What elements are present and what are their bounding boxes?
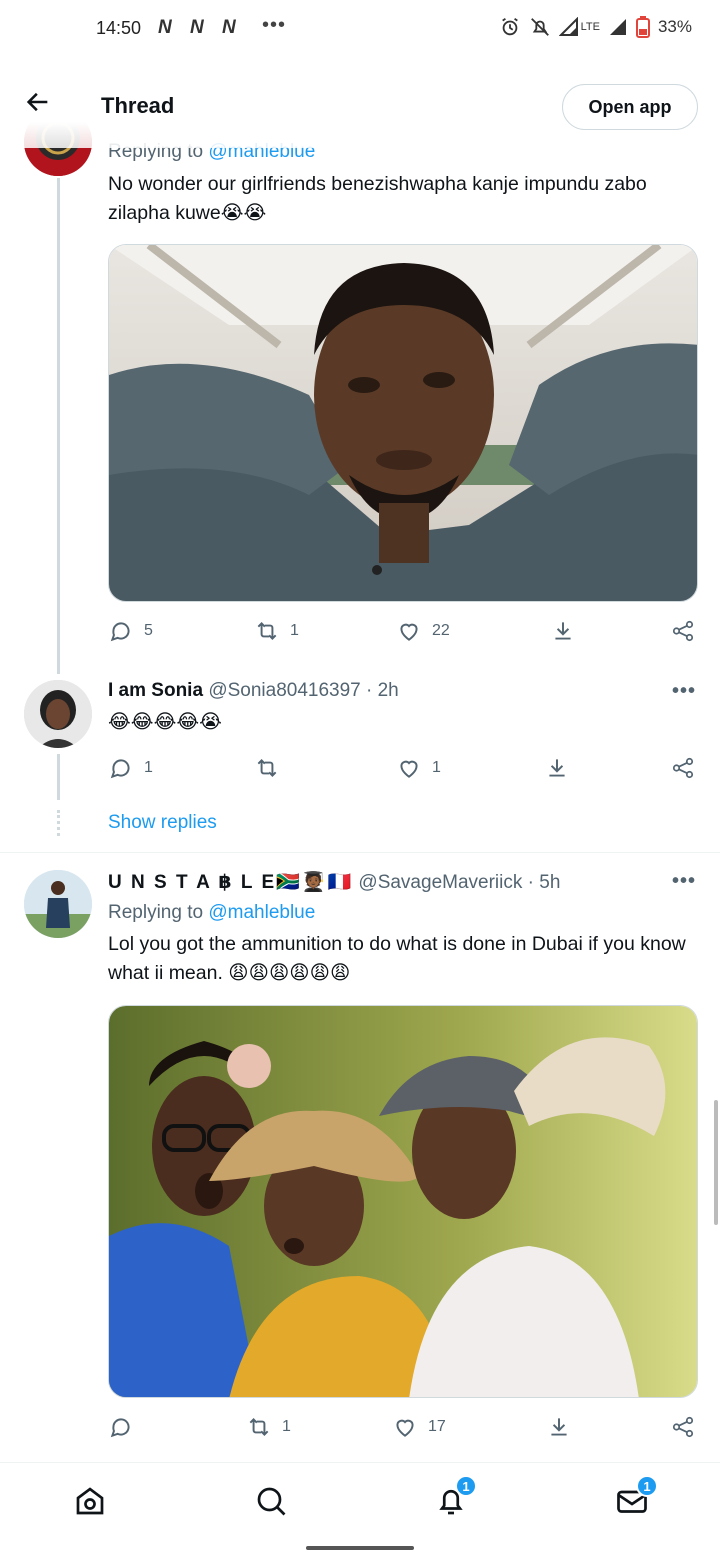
- tweet-actions: 1 1: [108, 755, 698, 785]
- back-arrow-icon[interactable]: [24, 88, 52, 116]
- avatar-image: [24, 680, 92, 748]
- tweet-author[interactable]: U N S T A ฿ L E🇿🇦🧑🏾‍🎓🇫🇷 @SavageMaveriick…: [108, 870, 560, 894]
- reply-icon: [110, 759, 130, 779]
- nav-home[interactable]: [72, 1483, 108, 1519]
- mention-link[interactable]: @mahleblue: [208, 902, 315, 923]
- retweet-icon: [257, 622, 277, 640]
- battery-icon: [635, 16, 650, 38]
- download-icon: [549, 759, 565, 777]
- carrier-icon: N: [222, 17, 236, 38]
- tweet-image[interactable]: [108, 244, 698, 602]
- share-button[interactable]: [670, 1414, 696, 1440]
- tweet-author[interactable]: I am Sonia @Sonia80416397 · 2h: [108, 680, 399, 702]
- download-icon: [551, 1418, 567, 1436]
- like-button[interactable]: 22: [396, 618, 450, 644]
- display-name: I am Sonia: [108, 680, 204, 701]
- nav-messages[interactable]: 1: [614, 1475, 658, 1519]
- like-icon: [396, 1419, 414, 1437]
- handle-time: @Sonia80416397 · 2h: [208, 680, 399, 701]
- nav-search[interactable]: [253, 1483, 289, 1519]
- bottom-navigation: 1 1: [0, 1462, 720, 1534]
- page-title: Thread: [101, 93, 175, 118]
- nav-notifications[interactable]: 1: [433, 1475, 477, 1519]
- share-icon: [672, 757, 694, 779]
- avatar[interactable]: [24, 680, 92, 748]
- status-more-icon: •••: [262, 14, 287, 36]
- tweet-image[interactable]: [108, 1005, 698, 1398]
- retweet-button[interactable]: 1: [246, 1414, 291, 1440]
- display-name: U N S T A ฿ L E🇿🇦🧑🏾‍🎓🇫🇷: [108, 872, 354, 893]
- like-icon: [400, 623, 418, 641]
- avatar[interactable]: [24, 870, 92, 938]
- retweet-icon: [257, 759, 277, 777]
- more-options-button[interactable]: •••: [672, 680, 696, 703]
- reply-icon: [110, 1418, 130, 1438]
- like-icon: [400, 760, 418, 778]
- messages-badge: 1: [636, 1475, 658, 1497]
- tweet-actions: 1 17: [108, 1414, 698, 1444]
- tweet-text: Lol you got the ammunition to do what is…: [108, 933, 686, 984]
- thread-dots: [57, 810, 60, 836]
- retweet-icon: [249, 1418, 269, 1436]
- divider: [0, 852, 720, 853]
- signal-icon: [558, 17, 578, 36]
- share-icon: [672, 1416, 694, 1438]
- alarm-icon: [501, 17, 518, 36]
- app-header: Thread Open app: [0, 62, 720, 148]
- replying-to: Replying to @mahleblue: [108, 902, 316, 923]
- reply-button[interactable]: 5: [108, 618, 153, 644]
- status-indicators: LTE 33%: [499, 16, 692, 38]
- retweet-button[interactable]: [254, 755, 280, 781]
- carrier-icon: N: [190, 17, 204, 38]
- share-button[interactable]: [670, 755, 696, 781]
- lte-label: LTE: [580, 20, 600, 33]
- download-button[interactable]: [550, 618, 576, 644]
- download-icon: [555, 622, 571, 640]
- thread-line: [57, 754, 60, 800]
- tweet-text: No wonder our girlfriends benezishwapha …: [108, 173, 647, 224]
- thread-line: [57, 178, 60, 674]
- photo-man-crying: [109, 245, 697, 601]
- reply-button[interactable]: [108, 1414, 134, 1440]
- scrollbar[interactable]: [714, 1100, 718, 1225]
- reply-icon: [110, 622, 130, 642]
- carrier-icon: N: [158, 17, 172, 38]
- tweet-text: 😂😂😂😂😭: [108, 711, 222, 733]
- signal-icon: [609, 19, 626, 35]
- open-app-button[interactable]: Open app: [562, 84, 698, 130]
- tweet-actions: 5 1 22: [108, 618, 698, 648]
- show-replies-link[interactable]: Show replies: [108, 812, 217, 834]
- like-button[interactable]: 1: [396, 755, 441, 781]
- home-icon: [76, 1487, 104, 1515]
- mute-icon: [530, 18, 549, 36]
- photo-surprised-women: [109, 1006, 697, 1397]
- battery-percent: 33%: [657, 17, 692, 36]
- notification-badge: 1: [455, 1475, 477, 1497]
- more-options-button[interactable]: •••: [672, 870, 696, 893]
- reply-button[interactable]: 1: [108, 755, 153, 781]
- handle-time: @SavageMaveriick · 5h: [358, 872, 561, 893]
- avatar-image: [24, 870, 92, 938]
- download-button[interactable]: [546, 1414, 572, 1440]
- search-icon: [257, 1487, 286, 1516]
- gesture-bar[interactable]: [306, 1546, 414, 1550]
- status-time: 14:50: [96, 18, 142, 38]
- retweet-button[interactable]: 1: [254, 618, 299, 644]
- download-button[interactable]: [544, 755, 570, 781]
- status-bar: 14:50 N N N ••• LTE 33%: [0, 0, 720, 60]
- share-icon: [672, 620, 694, 642]
- share-button[interactable]: [670, 618, 696, 644]
- like-button[interactable]: 17: [392, 1414, 446, 1440]
